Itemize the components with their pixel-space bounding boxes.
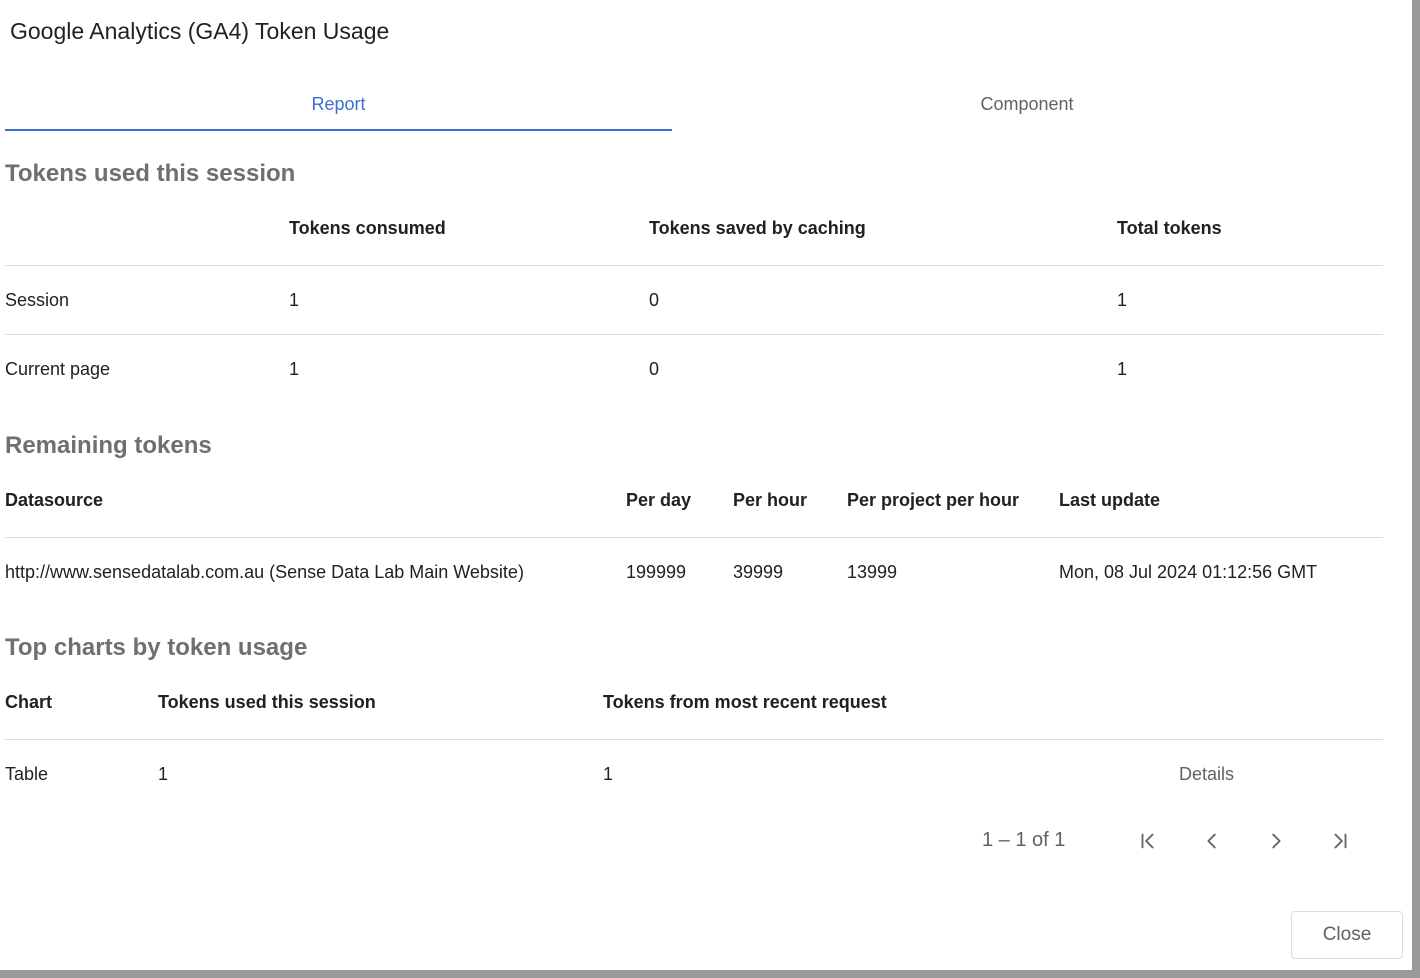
row-label: Session [5, 289, 70, 310]
header-cell: Tokens consumed [289, 218, 446, 238]
table-header-row: Tokens consumed Tokens saved by caching … [5, 192, 1383, 266]
table-cell: 13999 [847, 561, 898, 582]
chevron-left-icon [1207, 833, 1216, 849]
header-cell: Last update [1059, 490, 1161, 510]
chart-name-cell: Table [5, 763, 49, 784]
header-cell: Tokens used this session [158, 692, 376, 712]
previous-page-button[interactable] [1194, 823, 1230, 859]
table-row: Session 1 0 1 [5, 266, 1383, 335]
table-cell: 0 [649, 358, 660, 379]
session-section-title: Tokens used this session [5, 160, 296, 187]
table-cell: 1 [289, 289, 300, 310]
table-cell: 1 [603, 763, 614, 784]
header-cell: Per day [626, 490, 692, 510]
next-page-button[interactable] [1258, 823, 1294, 859]
table-header-row: Datasource Per day Per hour Per project … [5, 464, 1383, 538]
chevron-right-icon [1272, 833, 1281, 849]
last-page-button[interactable] [1322, 823, 1358, 859]
datasource-cell: http://www.sensedatalab.com.au (Sense Da… [5, 561, 524, 582]
header-cell: Per hour [733, 490, 808, 510]
header-cell: Chart [5, 692, 53, 712]
table-cell: 1 [1117, 358, 1128, 379]
dialog-title: Google Analytics (GA4) Token Usage [10, 18, 390, 44]
header-cell: Total tokens [1117, 218, 1222, 238]
active-tab-indicator [5, 129, 672, 131]
table-cell: 1 [1117, 289, 1128, 310]
paginator: 1 – 1 of 1 [0, 815, 1412, 865]
page-range-label: 1 – 1 of 1 [982, 828, 1066, 851]
session-tokens-table: Tokens consumed Tokens saved by caching … [5, 192, 1383, 403]
last-page-icon [1334, 833, 1347, 849]
first-page-icon [1141, 833, 1154, 849]
table-cell: 199999 [626, 561, 687, 582]
header-cell: Tokens from most recent request [603, 692, 887, 712]
details-button[interactable]: Details [1179, 740, 1234, 808]
header-cell: Per project per hour [847, 490, 1020, 510]
row-label: Current page [5, 358, 111, 379]
table-row: http://www.sensedatalab.com.au (Sense Da… [5, 538, 1383, 606]
table-cell: 1 [158, 763, 169, 784]
table-row: Table 1 1 Details [5, 740, 1383, 808]
remaining-tokens-table: Datasource Per day Per hour Per project … [5, 464, 1383, 606]
backdrop-edge [1412, 0, 1420, 978]
table-row: Current page 1 0 1 [5, 335, 1383, 403]
remaining-section-title: Remaining tokens [5, 432, 212, 459]
tab-component[interactable]: Component [695, 78, 1359, 130]
table-header-row: Chart Tokens used this session Tokens fr… [5, 666, 1383, 740]
table-cell: 0 [649, 289, 660, 310]
token-usage-dialog: Google Analytics (GA4) Token Usage Repor… [0, 0, 1412, 970]
table-cell: 39999 [733, 561, 784, 582]
top-charts-table: Chart Tokens used this session Tokens fr… [5, 666, 1383, 808]
table-cell: 1 [289, 358, 300, 379]
tab-report[interactable]: Report [5, 78, 672, 130]
charts-section-title: Top charts by token usage [5, 634, 308, 661]
tab-bar: Report Component [5, 78, 1383, 132]
close-button[interactable]: Close [1291, 911, 1403, 959]
header-cell: Datasource [5, 490, 104, 510]
header-cell: Tokens saved by caching [649, 218, 866, 238]
last-update-cell: Mon, 08 Jul 2024 01:12:56 GMT [1059, 561, 1318, 582]
first-page-button[interactable] [1130, 823, 1166, 859]
backdrop-edge [0, 970, 1420, 978]
